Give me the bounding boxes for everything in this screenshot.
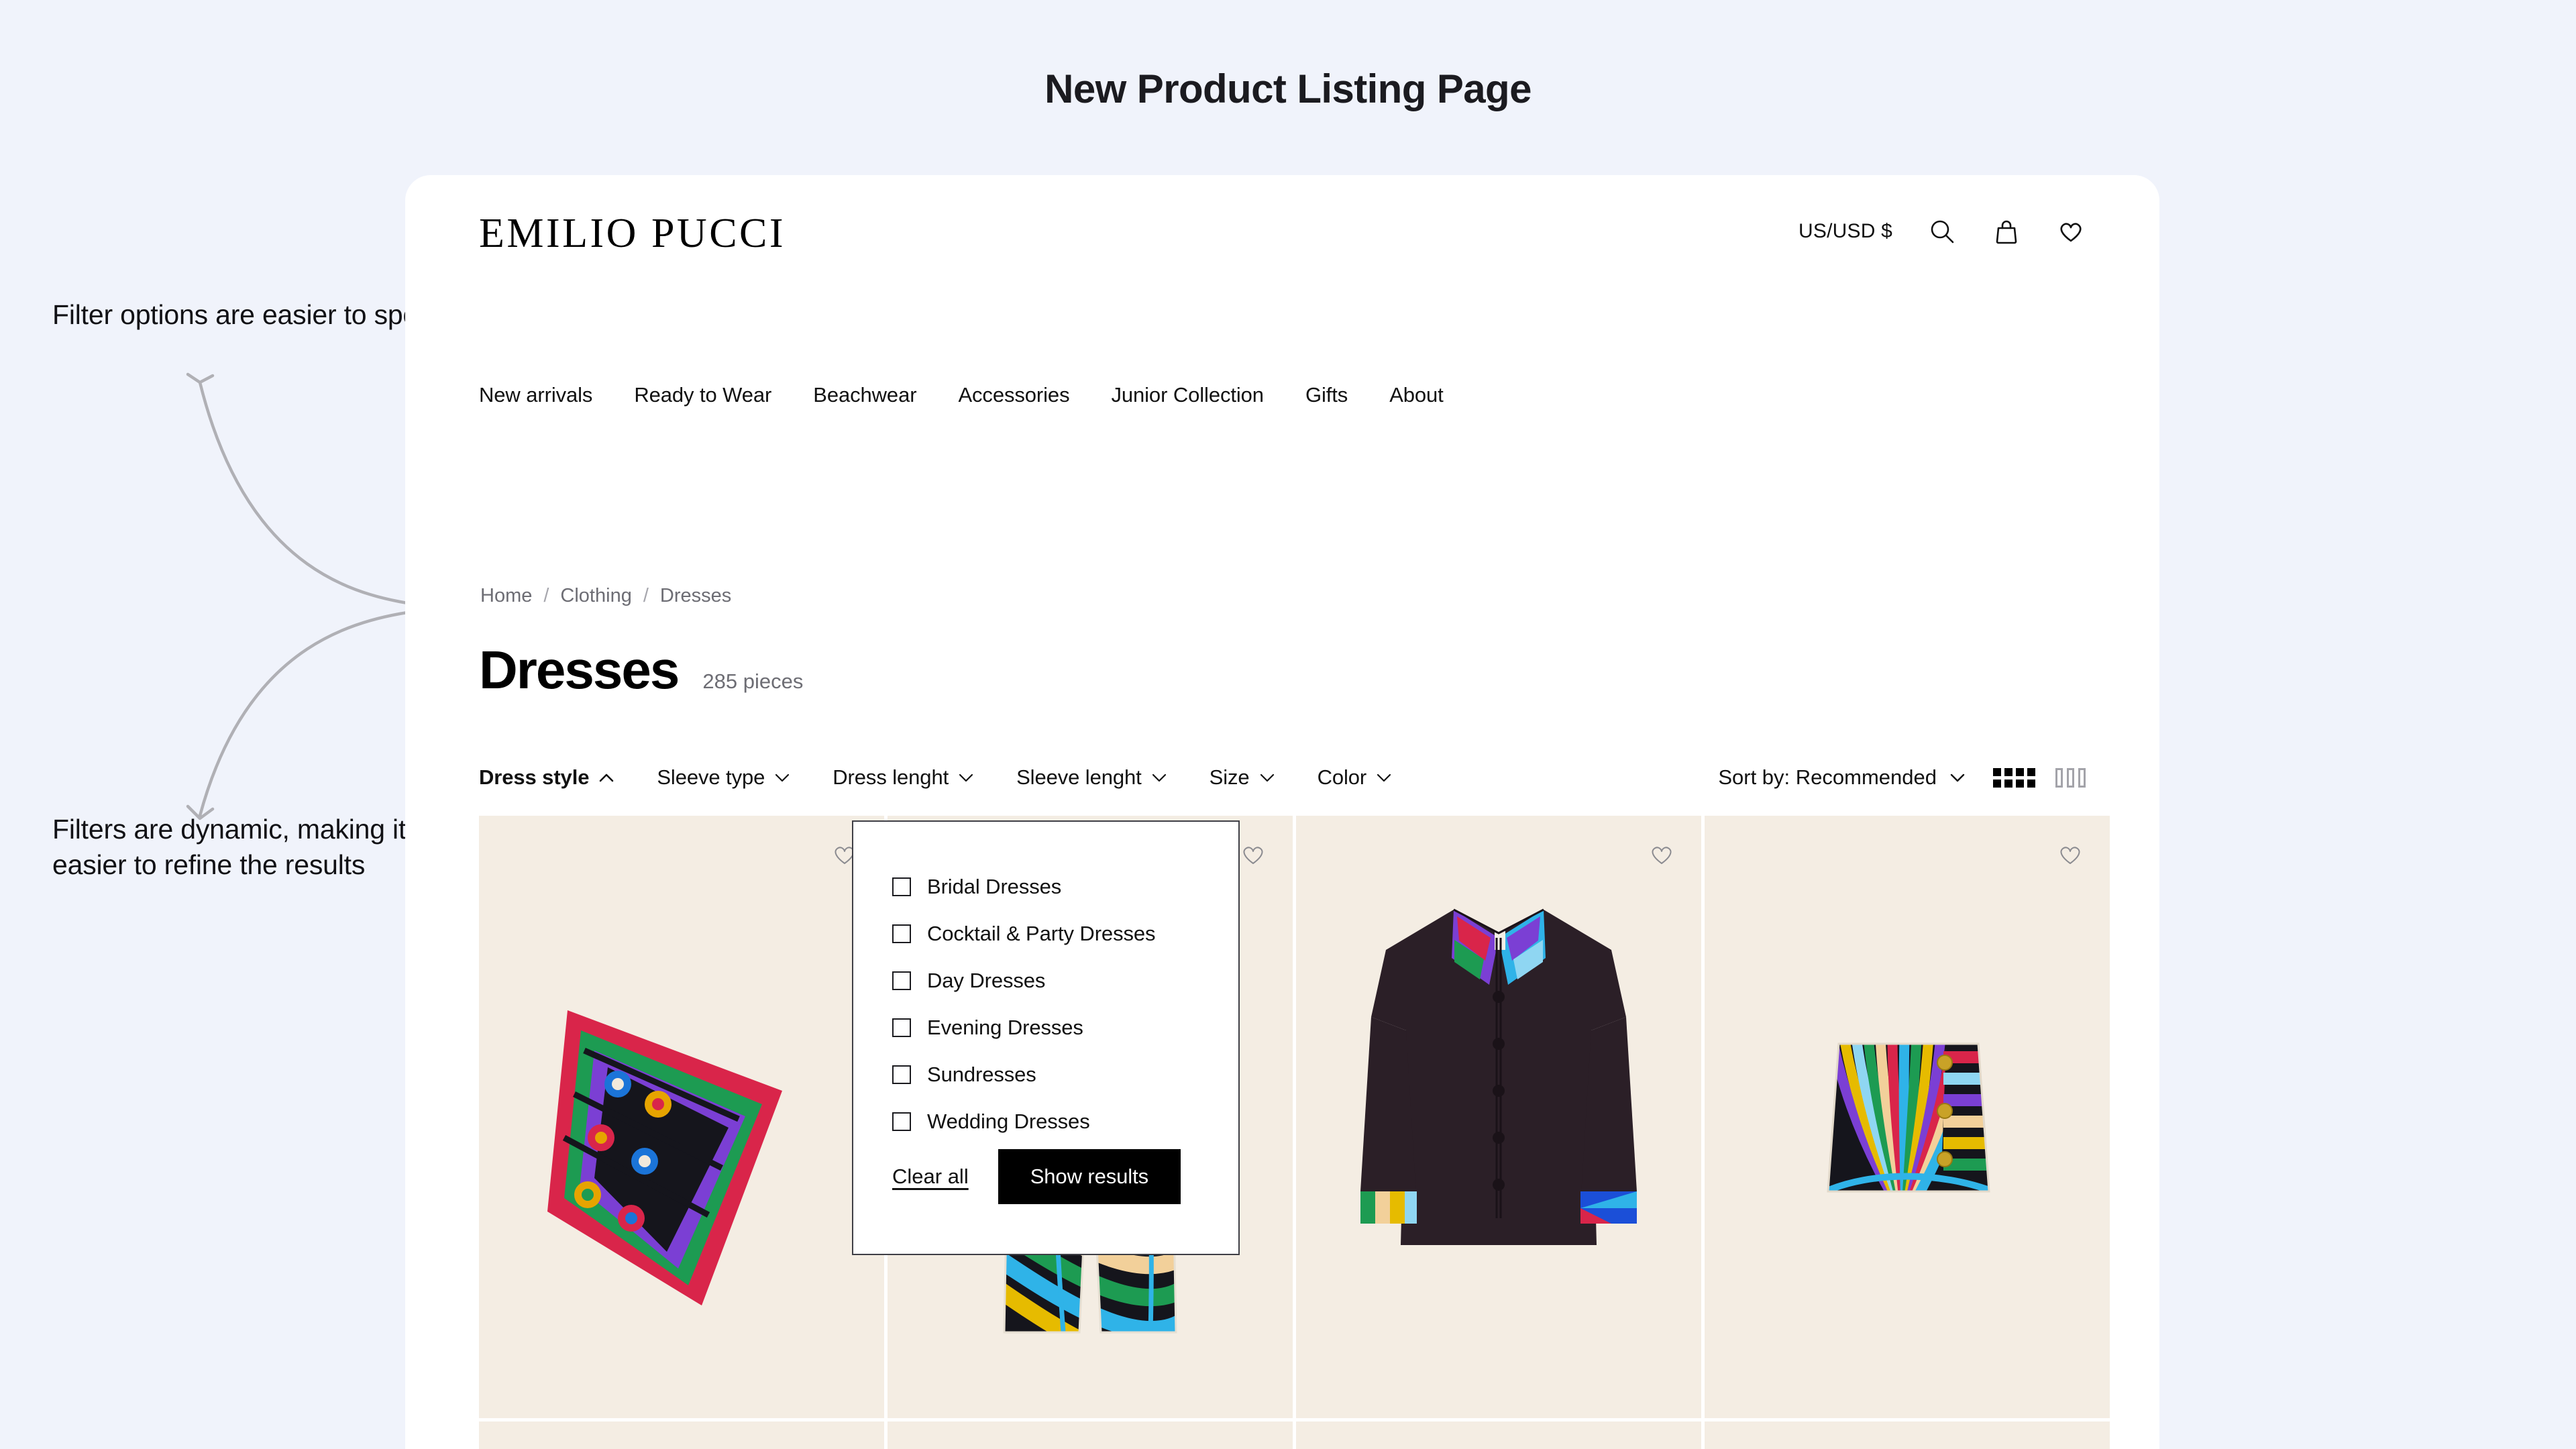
filter-label: Size xyxy=(1209,765,1250,789)
nav-item-junior-collection[interactable]: Junior Collection xyxy=(1111,383,1264,407)
filter-dress-lenght[interactable]: Dress lenght xyxy=(833,765,973,790)
checkbox-input[interactable] xyxy=(892,877,911,896)
show-results-button[interactable]: Show results xyxy=(998,1149,1181,1204)
product-image xyxy=(1827,1042,1990,1193)
filter-label: Color xyxy=(1317,765,1367,789)
wishlist-heart-icon[interactable] xyxy=(2057,843,2083,865)
product-tile[interactable] xyxy=(888,1421,1293,1449)
listing-header: Dresses 285 pieces xyxy=(479,639,803,701)
product-image xyxy=(888,1421,1293,1449)
checkbox-label: Day Dresses xyxy=(927,969,1046,992)
breadcrumb-item-home[interactable]: Home xyxy=(480,585,532,607)
filter-dress-style[interactable]: Dress style xyxy=(479,765,614,790)
shopping-bag-icon[interactable] xyxy=(1992,217,2021,246)
checkbox-label: Wedding Dresses xyxy=(927,1110,1090,1133)
checkbox-option-evening-dresses[interactable]: Evening Dresses xyxy=(892,1004,1238,1051)
filter-label: Dress lenght xyxy=(833,765,949,789)
product-tile[interactable] xyxy=(479,816,884,1418)
currency-selector[interactable]: US/USD $ xyxy=(1799,220,1892,243)
filter-sleeve-type[interactable]: Sleeve type xyxy=(657,765,790,790)
checkbox-input[interactable] xyxy=(892,1112,911,1131)
filter-label: Sleeve type xyxy=(657,765,765,789)
chevron-down-icon xyxy=(1260,773,1275,782)
listing-title: Dresses xyxy=(479,640,680,700)
checkbox-option-bridal-dresses[interactable]: Bridal Dresses xyxy=(892,863,1238,910)
search-icon[interactable] xyxy=(1927,217,1957,246)
chevron-down-icon xyxy=(1152,773,1167,782)
list-view-icon[interactable] xyxy=(2055,767,2086,788)
nav-item-gifts[interactable]: Gifts xyxy=(1305,383,1348,407)
product-image xyxy=(1360,908,1637,1245)
breadcrumb: Home / Clothing / Dresses xyxy=(480,585,731,607)
checkbox-label: Cocktail & Party Dresses xyxy=(927,922,1156,945)
grid-view-icon[interactable] xyxy=(1993,767,2035,788)
checkbox-input[interactable] xyxy=(892,1018,911,1037)
chevron-up-icon xyxy=(599,773,614,782)
nav-item-about[interactable]: About xyxy=(1389,383,1444,407)
main-navigation: New arrivals Ready to Wear Beachwear Acc… xyxy=(479,383,1444,407)
sort-by-label: Sort by: Recommended xyxy=(1718,765,1937,789)
sort-and-view-controls: Sort by: Recommended xyxy=(1718,765,2086,790)
checkbox-input[interactable] xyxy=(892,924,911,943)
breadcrumb-separator: / xyxy=(643,585,649,606)
sort-by-dropdown[interactable]: Sort by: Recommended xyxy=(1718,765,1965,790)
nav-item-accessories[interactable]: Accessories xyxy=(958,383,1069,407)
checkbox-option-sundresses[interactable]: Sundresses xyxy=(892,1051,1238,1098)
product-tile[interactable] xyxy=(1296,1421,1701,1449)
checkbox-option-day-dresses[interactable]: Day Dresses xyxy=(892,957,1238,1004)
chevron-down-icon xyxy=(775,773,790,782)
clear-all-link[interactable]: Clear all xyxy=(892,1165,969,1189)
product-image xyxy=(547,1010,782,1305)
view-toggle-group xyxy=(1993,767,2086,788)
chevron-down-icon xyxy=(1377,773,1391,782)
wishlist-heart-icon[interactable] xyxy=(1649,843,1674,865)
checkbox-option-cocktail-party-dresses[interactable]: Cocktail & Party Dresses xyxy=(892,910,1238,957)
site-window: EMILIO PUCCI US/USD $ New arrivals Ready… xyxy=(405,175,2159,1449)
dress-style-filter-panel: Bridal Dresses Cocktail & Party Dresses … xyxy=(852,820,1240,1255)
product-tile[interactable] xyxy=(1296,816,1701,1418)
listing-count: 285 pieces xyxy=(702,669,804,693)
checkbox-input[interactable] xyxy=(892,1065,911,1084)
checkbox-input[interactable] xyxy=(892,971,911,990)
site-header: EMILIO PUCCI US/USD $ xyxy=(405,175,2159,309)
filter-label: Sleeve lenght xyxy=(1016,765,1142,789)
wishlist-heart-icon[interactable] xyxy=(2056,217,2086,246)
header-utilities: US/USD $ xyxy=(1799,217,2086,246)
product-tile[interactable] xyxy=(1705,1421,2110,1449)
page-title: New Product Listing Page xyxy=(1044,66,1532,111)
dress-style-options: Bridal Dresses Cocktail & Party Dresses … xyxy=(853,822,1238,1145)
breadcrumb-separator: / xyxy=(543,585,549,606)
checkbox-option-wedding-dresses[interactable]: Wedding Dresses xyxy=(892,1098,1238,1145)
filter-label: Dress style xyxy=(479,765,590,789)
product-image xyxy=(1296,1421,1701,1449)
checkbox-label: Evening Dresses xyxy=(927,1016,1083,1039)
chevron-down-icon xyxy=(959,773,973,782)
chevron-down-icon xyxy=(1950,773,1965,782)
checkbox-label: Bridal Dresses xyxy=(927,875,1062,898)
brand-logo[interactable]: EMILIO PUCCI xyxy=(479,210,786,258)
nav-item-new-arrivals[interactable]: New arrivals xyxy=(479,383,592,407)
product-image xyxy=(479,1421,884,1449)
product-tile[interactable] xyxy=(1705,816,2110,1418)
nav-item-beachwear[interactable]: Beachwear xyxy=(813,383,916,407)
product-grid xyxy=(479,816,2159,1449)
filter-bar: Dress style Sleeve type Dress lenght Sle… xyxy=(479,765,2086,790)
slide-canvas: New Product Listing Page Filter options … xyxy=(0,0,2576,1449)
filter-size[interactable]: Size xyxy=(1210,765,1275,790)
checkbox-label: Sundresses xyxy=(927,1063,1036,1086)
filter-color[interactable]: Color xyxy=(1318,765,1392,790)
product-image xyxy=(1705,1421,2110,1449)
dress-style-panel-actions: Clear all Show results xyxy=(892,1149,1181,1204)
annotation-filter-visibility: Filter options are easier to spot xyxy=(52,299,426,330)
product-tile[interactable] xyxy=(479,1421,884,1449)
wishlist-heart-icon[interactable] xyxy=(1240,843,1266,865)
breadcrumb-item-clothing[interactable]: Clothing xyxy=(560,585,631,607)
nav-item-ready-to-wear[interactable]: Ready to Wear xyxy=(634,383,771,407)
breadcrumb-item-dresses[interactable]: Dresses xyxy=(660,585,731,607)
filter-sleeve-lenght[interactable]: Sleeve lenght xyxy=(1016,765,1167,790)
